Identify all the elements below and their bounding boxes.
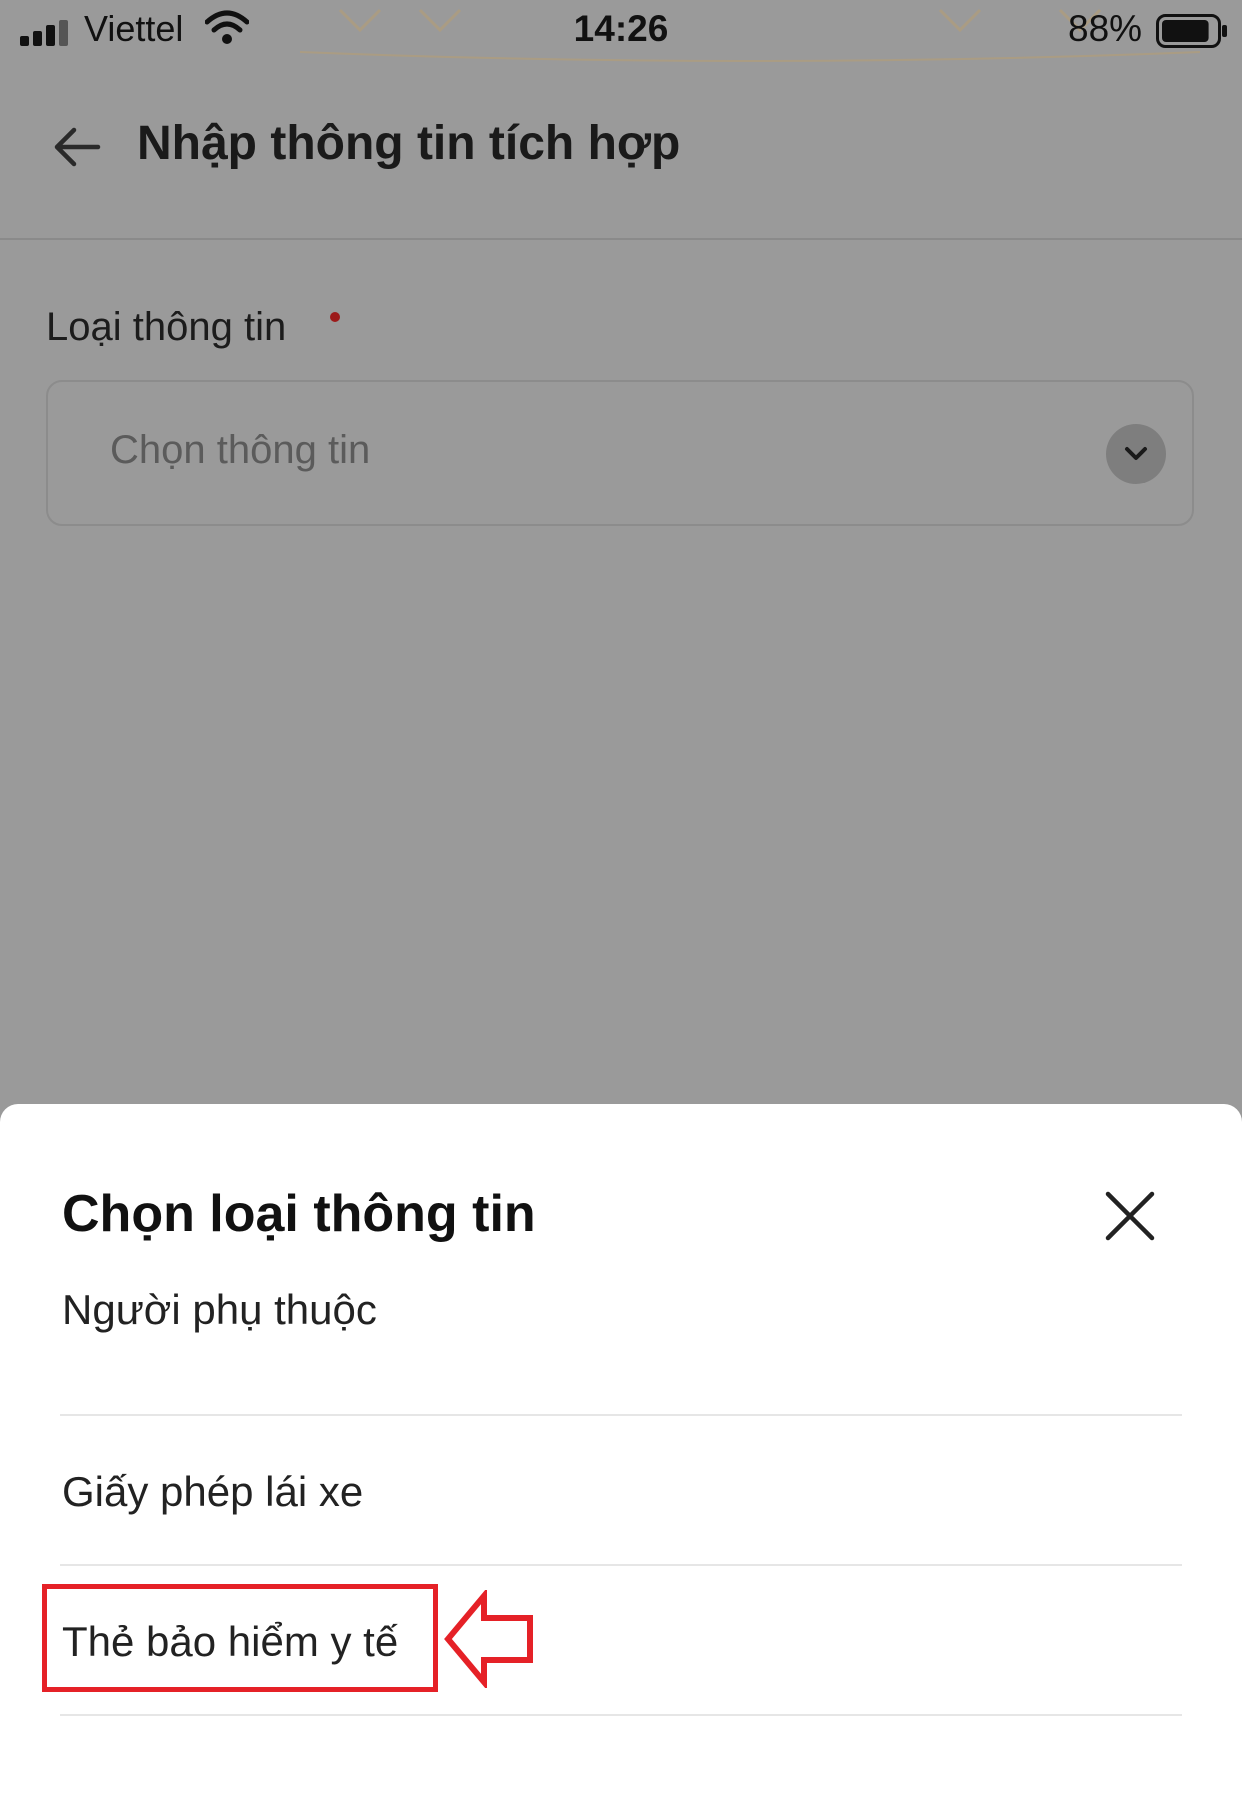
page-title: Nhập thông tin tích hợp (137, 117, 681, 170)
app-header: Nhập thông tin tích hợp (0, 62, 1242, 240)
option-label: Giấy phép lái xe (62, 1468, 364, 1515)
dropdown-toggle[interactable] (1106, 424, 1166, 484)
battery-icon (1156, 14, 1227, 48)
info-type-select[interactable]: Chọn thông tin (46, 380, 1194, 526)
option-label: Người phụ thuộc (62, 1286, 377, 1333)
option-giay-phep-lai-xe[interactable]: Giấy phép lái xe (60, 1416, 1182, 1566)
arrow-left-outline-icon (444, 1590, 533, 1688)
required-indicator (330, 312, 340, 322)
close-icon[interactable] (1104, 1190, 1156, 1242)
option-nguoi-phu-thuoc[interactable]: Người phụ thuộc (60, 1254, 1182, 1416)
status-bar: Viettel 14:26 88% (0, 0, 1242, 62)
chevron-down-icon (1125, 447, 1147, 460)
sheet-title: Chọn loại thông tin (62, 1185, 536, 1243)
battery-percentage: 88% (1068, 8, 1143, 49)
highlight-box (42, 1584, 438, 1692)
arrow-left-icon[interactable] (52, 122, 102, 172)
select-placeholder: Chọn thông tin (110, 428, 371, 472)
clock: 14:26 (573, 8, 669, 49)
field-label: Loại thông tin (46, 305, 287, 349)
